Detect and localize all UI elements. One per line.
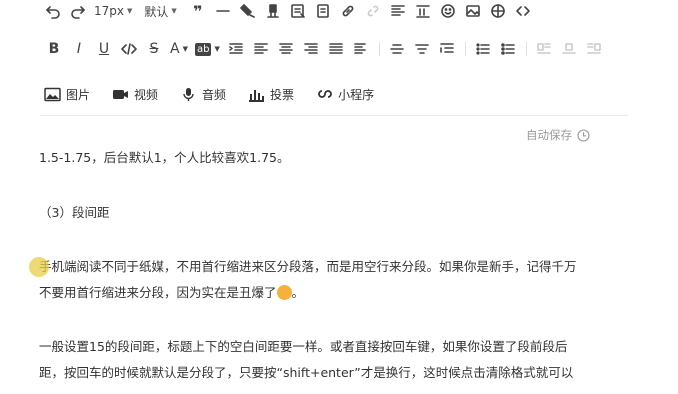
- letter-spacing-icon[interactable]: [438, 38, 456, 60]
- paragraph-4[interactable]: 一般设置15的段间距，标题上下的空白间距要一样。或者直接按回车键，如果你设置了段…: [39, 334, 629, 386]
- align-right-icon[interactable]: [302, 38, 320, 60]
- toolbar-divider: [464, 42, 466, 56]
- image-icon: [44, 87, 61, 102]
- paragraph-2-heading[interactable]: （3）段间距: [39, 200, 629, 226]
- inline-code-icon[interactable]: [120, 38, 138, 60]
- insert-toolbar: 图片 视频 音频 投票 小程序: [44, 86, 396, 103]
- format-painter-icon[interactable]: [239, 0, 257, 22]
- insert-vote-label: 投票: [270, 88, 295, 102]
- paragraph-3-line-1: 手机端阅读不同于纸媒，不用首行缩进来区分段落，而是用空行来分段。如果你是新手，记…: [39, 259, 577, 274]
- font-family-value: 默认: [144, 4, 169, 19]
- microphone-icon: [183, 88, 194, 101]
- float-left-icon[interactable]: [535, 38, 553, 60]
- autosave-status: 自动保存: [526, 127, 590, 143]
- font-size-value: 17px: [94, 4, 124, 18]
- underline-button[interactable]: U: [95, 38, 113, 60]
- chevron-down-icon: ▼: [182, 45, 188, 53]
- template-icon[interactable]: [289, 0, 307, 22]
- paragraph-4-line-1: 一般设置15的段间距，标题上下的空白间距要一样。或者直接按回车键，如果你设置了段…: [39, 339, 568, 354]
- align-center-icon[interactable]: [277, 38, 295, 60]
- bold-button[interactable]: B: [45, 38, 63, 60]
- indent-icon[interactable]: [227, 38, 245, 60]
- insert-video-label: 视频: [134, 88, 159, 102]
- line-height-icon[interactable]: [414, 0, 432, 22]
- emoji-icon[interactable]: [439, 0, 457, 22]
- toolbar-divider: [378, 42, 380, 56]
- insert-vote-button[interactable]: 投票: [248, 86, 294, 103]
- video-icon: [113, 90, 129, 99]
- paragraph-1[interactable]: 1.5-1.75，后台默认1，个人比较喜欢1.75。: [39, 145, 629, 171]
- italic-button[interactable]: I: [70, 38, 88, 60]
- miniprogram-icon: [318, 90, 332, 98]
- paragraph-3-line-2-end: 。: [291, 285, 305, 300]
- align-dropdown-icon[interactable]: [352, 38, 370, 60]
- strikethrough-button[interactable]: S: [145, 38, 163, 60]
- unlink-icon[interactable]: [364, 0, 382, 22]
- bar-chart-icon: [249, 90, 265, 102]
- insert-audio-button[interactable]: 音频: [180, 86, 226, 103]
- insert-miniprogram-button[interactable]: 小程序: [316, 86, 374, 103]
- quote-icon[interactable]: ❞: [189, 0, 207, 22]
- toolbar-divider: [525, 42, 527, 56]
- line-spacing-icon[interactable]: [413, 38, 431, 60]
- insert-audio-label: 音频: [202, 88, 227, 102]
- chevron-down-icon: ▼: [171, 7, 177, 15]
- bg-color-button[interactable]: ab ▼: [195, 38, 220, 60]
- font-color-label: A: [170, 41, 180, 57]
- chevron-down-icon: ▼: [214, 45, 220, 53]
- paragraph-3-line-2: 不要用首行缩进来分段，因为实在是丑爆了。: [39, 280, 629, 306]
- undo-icon[interactable]: [44, 0, 62, 22]
- clock-icon: [577, 128, 590, 142]
- float-right-icon[interactable]: [585, 38, 603, 60]
- float-center-icon[interactable]: [560, 38, 578, 60]
- clear-format-icon[interactable]: [264, 0, 282, 22]
- laughing-emoji-icon: [276, 285, 292, 300]
- insert-image-button[interactable]: 图片: [44, 86, 90, 103]
- paragraph-spacing-icon[interactable]: [388, 38, 406, 60]
- align-justify-icon[interactable]: [327, 38, 345, 60]
- ordered-list-icon[interactable]: [474, 38, 492, 60]
- bullet-list-icon[interactable]: [499, 38, 517, 60]
- font-size-select[interactable]: 17px ▼: [94, 4, 132, 18]
- code-icon[interactable]: [514, 0, 532, 22]
- paragraph-4-line-2: 距，按回车的时候就默认是分段了，只要按“shift+enter”才是换行，这时候…: [39, 365, 574, 380]
- text-cursor-highlight: [29, 257, 49, 277]
- font-family-select[interactable]: 默认 ▼: [144, 3, 176, 20]
- align-dropdown-icon[interactable]: [389, 0, 407, 22]
- editor-divider: [40, 115, 628, 116]
- align-left-icon[interactable]: [252, 38, 270, 60]
- insert-video-button[interactable]: 视频: [112, 86, 158, 103]
- link-icon[interactable]: [339, 0, 357, 22]
- settings-icon[interactable]: [489, 0, 507, 22]
- font-color-button[interactable]: A ▼: [170, 38, 188, 60]
- toolbar-row-2: B I U S A ▼ ab ▼: [0, 36, 678, 62]
- autosave-label: 自动保存: [526, 128, 572, 142]
- divider-line-icon[interactable]: [214, 0, 232, 22]
- insert-miniprogram-label: 小程序: [338, 88, 375, 102]
- bg-color-label: ab: [195, 42, 212, 56]
- insert-image-label: 图片: [66, 88, 91, 102]
- toolbar-row-1: 17px ▼ 默认 ▼ ❞: [0, 0, 678, 24]
- paragraph-3-line-2-text: 不要用首行缩进来分段，因为实在是丑爆了: [39, 285, 277, 300]
- chevron-down-icon: ▼: [127, 7, 133, 15]
- image-edit-icon[interactable]: [464, 0, 482, 22]
- redo-icon[interactable]: [69, 0, 87, 22]
- doc-icon[interactable]: [314, 0, 332, 22]
- paragraph-3[interactable]: 手机端阅读不同于纸媒，不用首行缩进来区分段落，而是用空行来分段。如果你是新手，记…: [29, 254, 629, 306]
